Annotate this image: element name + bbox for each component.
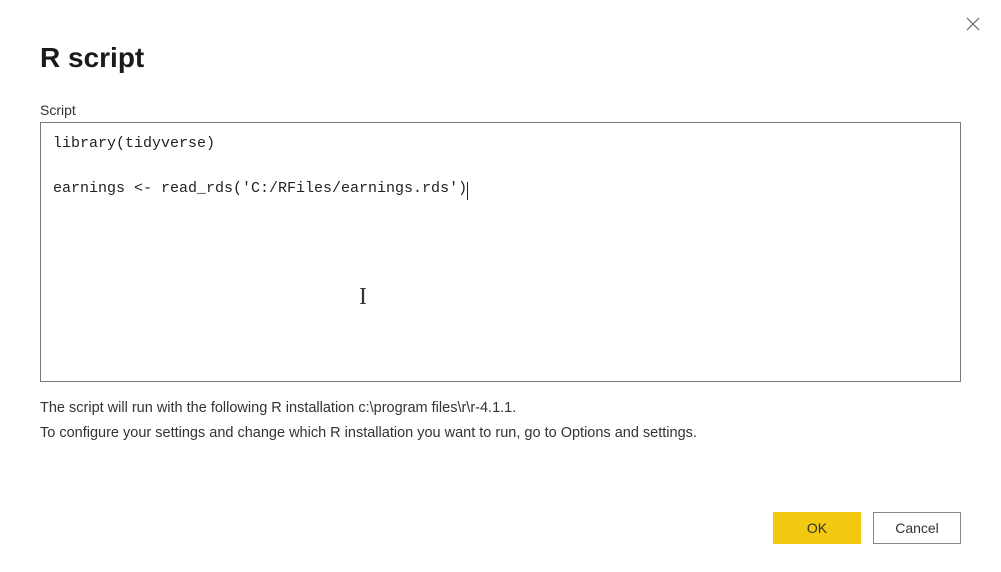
ibeam-cursor-icon: I (359, 279, 367, 315)
script-content: library(tidyverse) earnings <- read_rds(… (53, 135, 467, 197)
info-text: The script will run with the following R… (40, 396, 961, 445)
info-line-2: To configure your settings and change wh… (40, 421, 961, 446)
script-input[interactable]: library(tidyverse) earnings <- read_rds(… (40, 122, 961, 382)
info-line-1: The script will run with the following R… (40, 396, 961, 421)
ok-button[interactable]: OK (773, 512, 861, 544)
close-button[interactable] (961, 12, 985, 36)
button-row: OK Cancel (773, 512, 961, 544)
text-caret (467, 182, 468, 200)
r-script-dialog: R script Script library(tidyverse) earni… (0, 0, 1001, 572)
dialog-title: R script (40, 42, 961, 74)
script-label: Script (40, 102, 961, 118)
close-icon (965, 16, 981, 32)
cancel-button[interactable]: Cancel (873, 512, 961, 544)
